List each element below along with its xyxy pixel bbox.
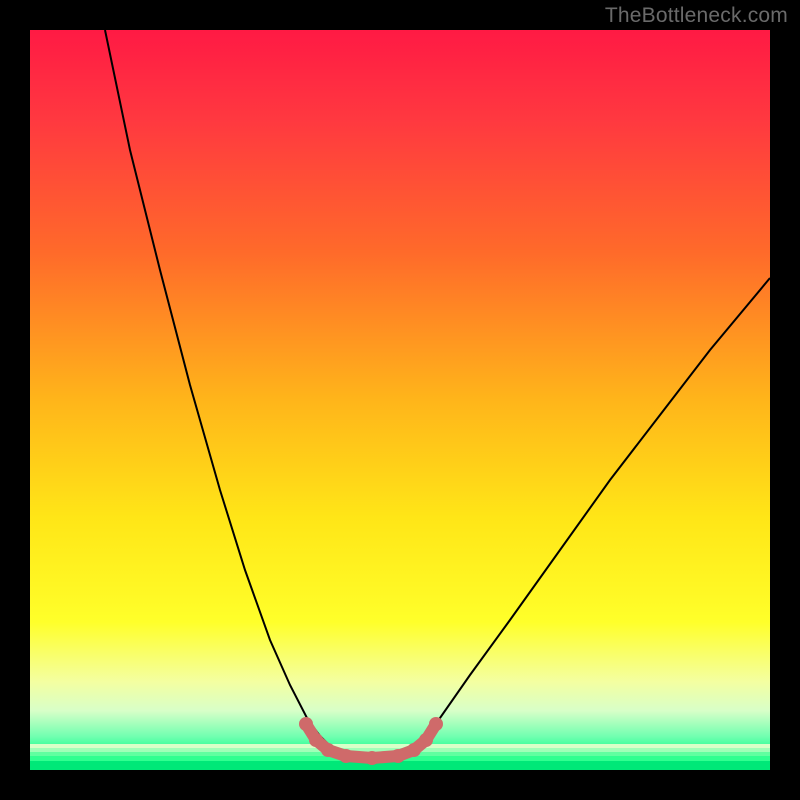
highlight-dot — [391, 749, 405, 763]
watermark-text: TheBottleneck.com — [605, 4, 788, 28]
gradient-background — [30, 30, 770, 770]
green-band — [30, 744, 770, 748]
highlight-dot — [429, 717, 443, 731]
chart-frame: TheBottleneck.com — [0, 0, 800, 800]
plot-area — [30, 30, 770, 770]
chart-svg — [30, 30, 770, 770]
highlight-dot — [299, 717, 313, 731]
highlight-dot — [407, 743, 421, 757]
highlight-dot — [321, 743, 335, 757]
highlight-dot — [365, 751, 379, 765]
highlight-dot — [419, 733, 433, 747]
highlight-dot — [309, 733, 323, 747]
highlight-dot — [339, 749, 353, 763]
